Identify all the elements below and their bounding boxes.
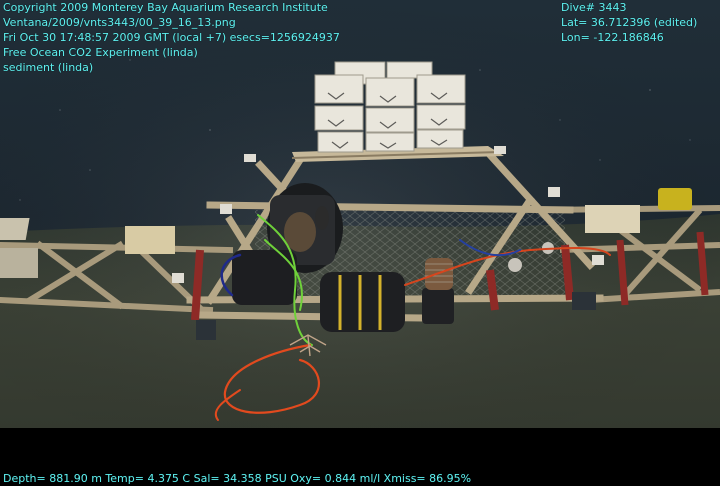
overlay-top-right: Dive# 3443 Lat= 36.712396 (edited) Lon= …: [561, 0, 697, 45]
overlay-top-left: Copyright 2009 Monterey Bay Aquarium Res…: [3, 0, 340, 75]
overlay-copyright: Copyright 2009 Monterey Bay Aquarium Res…: [3, 1, 328, 14]
overlay-experiment: Free Ocean CO2 Experiment (linda): [3, 46, 198, 59]
yellow-instrument: [658, 188, 692, 210]
overlay-latitude: Lat= 36.712396 (edited): [561, 16, 698, 29]
overlay-longitude: Lon= -122.186846: [561, 31, 664, 44]
left-box: [0, 218, 30, 240]
overlay-filename: Ventana/2009/vnts3443/00_39_16_13.png: [3, 16, 236, 29]
camera-frame: Copyright 2009 Monterey Bay Aquarium Res…: [0, 0, 720, 486]
right-box: [585, 205, 640, 233]
overlay-dive-number: Dive# 3443: [561, 1, 627, 14]
overlay-sensor-readout: Depth= 881.90 m Temp= 4.375 C Sal= 34.35…: [3, 472, 472, 485]
overlay-annotation: sediment (linda): [3, 61, 94, 74]
overlay-timestamp: Fri Oct 30 17:48:57 2009 GMT (local +7) …: [3, 31, 340, 44]
box-middle-left: [125, 226, 175, 254]
